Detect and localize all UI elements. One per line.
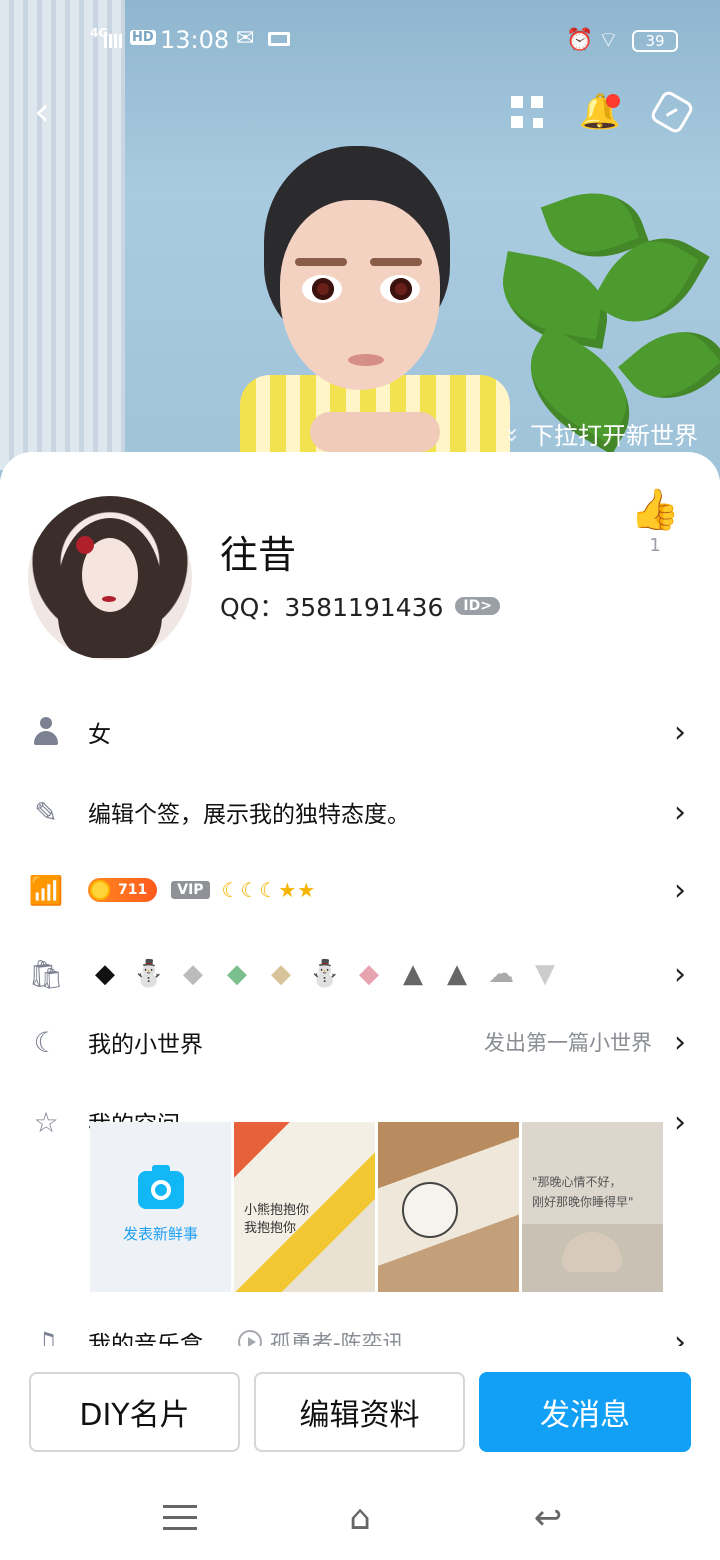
- qr-code-icon: [511, 96, 543, 128]
- space-photo[interactable]: 小熊抱抱你 我抱抱你: [234, 1122, 375, 1292]
- settings-button[interactable]: [648, 88, 696, 136]
- silver-v-icon: ▼: [535, 959, 555, 989]
- qq-number-label: QQ：3581191436: [220, 593, 444, 622]
- small-world-title: 我的小世界: [88, 1032, 203, 1058]
- bottom-action-bar: DIY名片 编辑资料 发消息 ⌂ ↩: [0, 1346, 720, 1560]
- smiley-drawing: [402, 1182, 458, 1238]
- space-photos: 发表新鲜事 小熊抱抱你 我抱抱你 "那晚心情不好， 刚好那晚你睡得早": [90, 1122, 666, 1292]
- nickname: 往昔: [220, 533, 297, 577]
- pink-diamond-icon: ◆: [359, 959, 379, 989]
- crown-penguin-icon: ⛄: [308, 959, 342, 989]
- person-icon: [30, 716, 62, 748]
- chevron-right-icon: ›: [674, 956, 686, 992]
- id-badge[interactable]: ID>: [455, 597, 500, 615]
- return-icon: ↩: [533, 1498, 563, 1538]
- video-icon: [268, 32, 290, 46]
- new-post-button[interactable]: 发表新鲜事: [90, 1122, 231, 1292]
- gender-label: 女: [88, 722, 111, 748]
- notification-dot: [606, 94, 620, 108]
- green-diamond-icon: ◆: [227, 959, 247, 989]
- chevron-right-icon: ›: [674, 1024, 686, 1060]
- space-photo[interactable]: "那晚心情不好， 刚好那晚你睡得早": [522, 1122, 663, 1292]
- menu-icon: [163, 1505, 197, 1531]
- curtain-decoration: [0, 0, 125, 470]
- space-photo[interactable]: [378, 1122, 519, 1292]
- mountain-green-medal-icon: ▲: [447, 959, 467, 989]
- double-chevron-down-icon: ››: [499, 426, 525, 441]
- status-bar: 4G HD 13:08 ✉ ⏰ ⌔ 39: [0, 26, 720, 58]
- small-world-row[interactable]: ☾ 我的小世界 发出第一篇小世界 ›: [0, 1012, 720, 1072]
- edit-profile-button[interactable]: 编辑资料: [254, 1372, 465, 1452]
- home-icon: ⌂: [349, 1498, 371, 1538]
- nav-home-button[interactable]: ⌂: [330, 1498, 390, 1538]
- space-star-icon: ☆: [33, 1105, 59, 1139]
- small-world-hint: 发出第一篇小世界: [484, 1031, 652, 1055]
- photo-caption: 小熊抱抱你 我抱抱你: [244, 1203, 310, 1236]
- thumbs-up-icon: 👍: [630, 487, 680, 533]
- pull-hint[interactable]: ›› 下拉打开新世界: [499, 416, 698, 451]
- cover-avatar-figure: [200, 130, 540, 475]
- send-message-button[interactable]: 发消息: [479, 1372, 691, 1452]
- status-time: 13:08: [160, 26, 230, 54]
- mountain-medal-icon: ▲: [403, 959, 423, 989]
- like-count: 1: [649, 535, 661, 556]
- profile-cover[interactable]: 4G HD 13:08 ✉ ⏰ ⌔ 39 ‹ 🔔 ›› 下拉打开新世界: [0, 0, 720, 480]
- small-world-icon: ☾: [33, 1025, 59, 1059]
- diamond-icon: ◆: [183, 959, 203, 989]
- bear-drawing: [562, 1232, 622, 1272]
- nav-menu-button[interactable]: [150, 1498, 210, 1538]
- wechat-icon: ✉: [236, 26, 255, 51]
- vip-badge: VIP: [171, 881, 210, 899]
- diy-card-button[interactable]: DIY名片: [29, 1372, 240, 1452]
- like-button[interactable]: 👍 1: [630, 486, 680, 556]
- medal-box-icon: 🛍: [28, 957, 64, 991]
- camera-icon: [137, 1164, 184, 1209]
- level-badge: 711: [88, 878, 158, 902]
- notifications-button[interactable]: 🔔: [578, 90, 622, 134]
- pencil-icon: ✎: [34, 795, 58, 829]
- signature-label: 编辑个签，展示我的独特态度。: [88, 802, 410, 828]
- level-moons-stars-icon: ☾☾☾★★: [221, 878, 317, 902]
- alarm-icon: ⏰: [566, 28, 594, 53]
- signature-row[interactable]: ✎ 编辑个签，展示我的独特态度。 ›: [0, 782, 720, 842]
- new-post-label: 发表新鲜事: [122, 1224, 198, 1243]
- pull-hint-label: 下拉打开新世界: [530, 422, 698, 450]
- chevron-right-icon: ›: [674, 1104, 686, 1140]
- chevron-right-icon: ›: [674, 714, 686, 750]
- chevron-right-icon: ›: [674, 872, 686, 908]
- heart-diamond-icon: ◆: [271, 959, 291, 989]
- gender-row[interactable]: 女 ›: [0, 702, 720, 762]
- nav-back-button[interactable]: ↩: [518, 1498, 578, 1538]
- back-button[interactable]: ‹: [20, 89, 64, 135]
- level-row[interactable]: 📶 711 VIP ☾☾☾★★ ›: [0, 860, 720, 920]
- medals-row[interactable]: 🛍 ◆ ⛄ ◆ ◆ ◆ ⛄ ◆ ▲ ▲ ☁ ▼ ›: [0, 944, 720, 1004]
- battery-indicator: 39: [632, 30, 678, 52]
- qr-code-button[interactable]: [505, 90, 549, 134]
- hd-badge: HD: [130, 30, 156, 45]
- qq-number[interactable]: QQ：3581191436 ID>: [220, 588, 500, 624]
- hexagon-settings-icon: [648, 88, 696, 136]
- wifi-icon: ⌔: [598, 28, 619, 53]
- level-chart-icon: 📶: [28, 873, 64, 907]
- medal-icon: ◆: [95, 959, 115, 989]
- penguin-medal-icon: ⛄: [132, 959, 166, 989]
- signal-icon: [104, 34, 122, 48]
- chevron-right-icon: ›: [674, 794, 686, 830]
- chevron-left-icon: ‹: [34, 89, 50, 135]
- sun-icon: [90, 880, 110, 900]
- cloud-v-icon: ☁: [488, 959, 514, 989]
- photo-caption: "那晚心情不好， 刚好那晚你睡得早": [532, 1175, 634, 1209]
- avatar[interactable]: [28, 496, 192, 660]
